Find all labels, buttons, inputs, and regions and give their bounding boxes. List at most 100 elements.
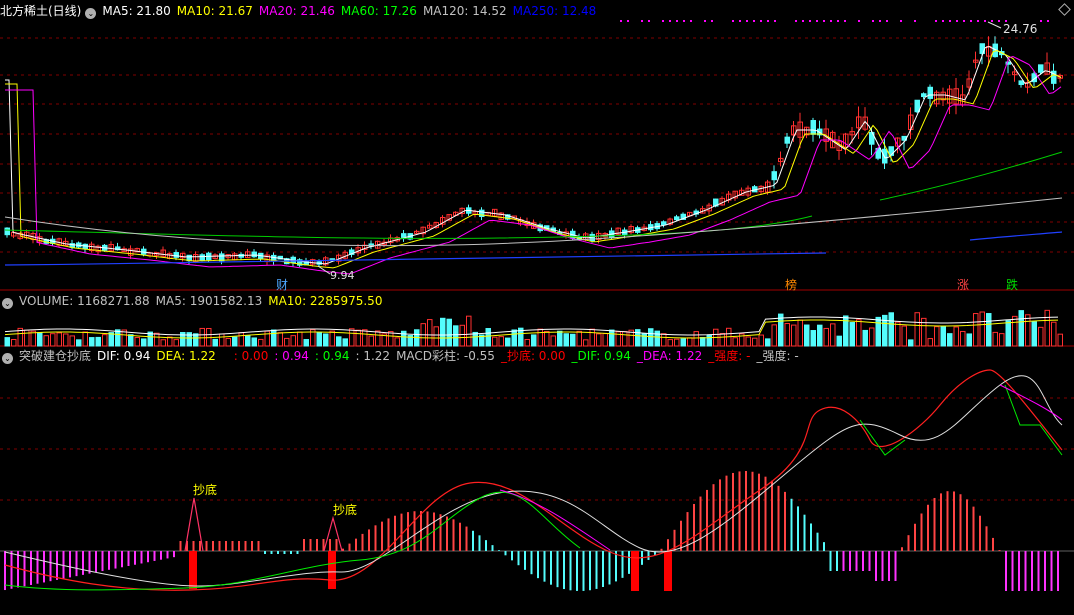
- volume-bar: [50, 333, 56, 347]
- volume-bar: [986, 313, 992, 347]
- volume-bar: [719, 332, 725, 347]
- volume-bar: [973, 313, 979, 347]
- volume-bar: [167, 336, 173, 347]
- signal-dot: [991, 20, 993, 22]
- volume-bar: [492, 336, 498, 347]
- volume-bar: [115, 329, 121, 347]
- signal-dot: [879, 20, 881, 22]
- volume-bar: [1057, 333, 1063, 347]
- signal-dot: [627, 20, 629, 22]
- signal-dot: [1047, 20, 1049, 22]
- ma250-value: MA250: 12.48: [512, 4, 597, 18]
- marker-finance[interactable]: 财: [276, 276, 288, 293]
- volume-bar: [1018, 310, 1024, 347]
- volume-bar: [979, 311, 985, 347]
- signal-dot: [676, 20, 678, 22]
- volume-bar: [765, 338, 771, 347]
- volume-ma5-value: MA5: 1901582.13: [155, 294, 263, 308]
- ma20-value: MA20: 21.46: [258, 4, 335, 18]
- volume-bar: [388, 331, 394, 347]
- volume-bar: [290, 335, 296, 347]
- volume-bar: [875, 316, 881, 347]
- signal-dot: [732, 20, 734, 22]
- volume-bar: [4, 337, 10, 347]
- volume-bar: [836, 335, 842, 347]
- signal-dot: [816, 20, 818, 22]
- volume-bar: [303, 339, 309, 347]
- volume-bar: [277, 332, 283, 347]
- volume-bar: [225, 337, 231, 347]
- volume-bar: [459, 324, 465, 347]
- chevron-down-icon[interactable]: ⌄: [2, 298, 13, 309]
- volume-bar: [745, 336, 751, 347]
- volume-bar: [752, 337, 758, 347]
- volume-bar: [63, 333, 69, 347]
- volume-bar: [953, 326, 959, 347]
- volume-bar: [706, 334, 712, 347]
- signal-dot: [704, 20, 706, 22]
- volume-bar: [674, 338, 680, 347]
- candle-body: [4, 227, 10, 236]
- high-price-pointer: [987, 21, 1002, 29]
- signal-dot: [711, 20, 713, 22]
- candle-body: [771, 171, 777, 181]
- volume-bar: [258, 338, 264, 347]
- volume-bar: [271, 329, 277, 347]
- candle-body: [927, 86, 933, 99]
- volume-bar: [700, 337, 706, 347]
- volume-bar: [498, 336, 504, 347]
- volume-bar: [1031, 321, 1037, 347]
- macd-lines: [4, 369, 1063, 591]
- dif-line: [4, 369, 1063, 591]
- volume-bar: [778, 313, 784, 347]
- signal-bar: [664, 551, 672, 591]
- volume-bar: [797, 319, 803, 347]
- chevron-down-icon[interactable]: ⌄: [2, 353, 13, 364]
- volume-bar: [947, 333, 953, 347]
- volume-bar: [999, 333, 1005, 347]
- signal-bar: [189, 551, 197, 589]
- signal-dot: [774, 20, 776, 22]
- volume-bar: [544, 330, 550, 347]
- candle-body: [1038, 64, 1044, 73]
- marker-rank[interactable]: 榜: [785, 276, 797, 293]
- signal-dot: [795, 20, 797, 22]
- volume-bar: [830, 323, 836, 347]
- volume-bar: [245, 335, 251, 347]
- volume-bar: [30, 330, 36, 347]
- signal-dot: [753, 20, 755, 22]
- volume-bar: [212, 338, 218, 347]
- volume-bar: [329, 330, 335, 347]
- volume-bar: [69, 335, 75, 347]
- candle-body: [173, 252, 179, 258]
- price-panel-header: 北方稀土(日线) ⌄ MA5: 21.80 MA10: 21.67 MA20: 21.4…: [0, 3, 602, 19]
- volume-bar: [849, 322, 855, 347]
- volume-bar: [960, 330, 966, 347]
- signal-dot: [620, 20, 622, 22]
- signal-dot: [809, 20, 811, 22]
- candle-body: [661, 221, 667, 226]
- signal-dot: [830, 20, 832, 22]
- signal-dot: [837, 20, 839, 22]
- volume-bar: [24, 329, 30, 347]
- volume-bar: [336, 336, 342, 347]
- candle-body: [921, 93, 927, 98]
- volume-bar: [323, 333, 329, 347]
- marker-limit-down[interactable]: 跌: [1006, 276, 1018, 293]
- signal-dot: [858, 20, 860, 22]
- volume-bar: [784, 323, 790, 347]
- signal-dot: [935, 20, 937, 22]
- marker-limit-up[interactable]: 涨: [957, 276, 969, 293]
- volume-bar: [485, 328, 491, 347]
- volume-bar: [622, 331, 628, 347]
- volume-bar: [440, 317, 446, 347]
- volume-bar: [505, 337, 511, 347]
- signal-dot: [662, 20, 664, 22]
- chevron-down-icon[interactable]: ⌄: [85, 8, 97, 19]
- dea2-value: _DEA: 1.22: [636, 349, 703, 363]
- signal-dot: [767, 20, 769, 22]
- volume-bar: [446, 318, 452, 347]
- candle-body: [199, 254, 205, 261]
- volume-bar: [453, 325, 459, 347]
- moving-average-lines: [4, 45, 1063, 275]
